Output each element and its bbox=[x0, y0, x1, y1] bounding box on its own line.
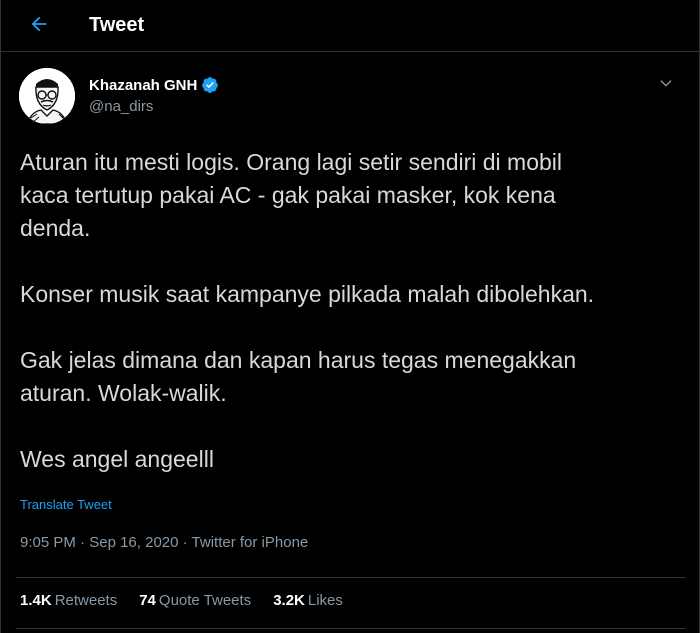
tweet-line: Gak jelas dimana dan kapan harus tegas m… bbox=[20, 347, 577, 373]
page-title: Tweet bbox=[89, 14, 145, 36]
more-options-button[interactable] bbox=[651, 70, 681, 100]
tweet-line: denda. bbox=[20, 215, 91, 241]
back-button[interactable] bbox=[23, 10, 55, 42]
meta-separator: · bbox=[80, 534, 90, 551]
author-name: Khazanah GNH bbox=[89, 76, 198, 94]
chevron-down-icon bbox=[658, 75, 674, 96]
quote-tweets-count: 74 bbox=[139, 592, 156, 609]
tweet-line: aturan. Wolak-walik. bbox=[20, 380, 227, 406]
tweet-meta: 9:05 PM · Sep 16, 2020 · Twitter for iPh… bbox=[20, 534, 308, 551]
avatar-caricature-icon bbox=[19, 68, 75, 124]
retweets-label: Retweets bbox=[54, 592, 118, 609]
tweet-date[interactable]: Sep 16, 2020 bbox=[89, 534, 178, 551]
meta-separator: · bbox=[182, 534, 192, 551]
divider bbox=[16, 577, 686, 578]
retweets-count: 1.4K bbox=[20, 592, 52, 609]
tweet-line: Wes angel angeelll bbox=[20, 446, 214, 472]
tweet-line: Konser musik saat kampanye pilkada malah… bbox=[20, 281, 595, 307]
divider bbox=[16, 628, 686, 629]
verified-badge-icon bbox=[201, 76, 219, 94]
retweets-stat[interactable]: 1.4K Retweets bbox=[20, 592, 117, 609]
author-handle[interactable]: @na_dirs bbox=[89, 98, 153, 115]
avatar[interactable] bbox=[19, 68, 75, 124]
likes-stat[interactable]: 3.2K Likes bbox=[273, 592, 343, 609]
author-name-link[interactable]: Khazanah GNH bbox=[89, 76, 219, 94]
tweet-time[interactable]: 9:05 PM bbox=[20, 534, 76, 551]
quote-tweets-label: Quote Tweets bbox=[158, 592, 252, 609]
tweet-line: kaca tertutup pakai AC - gak pakai maske… bbox=[20, 182, 556, 208]
translate-tweet-link[interactable]: Translate Tweet bbox=[20, 497, 112, 512]
quote-tweets-stat[interactable]: 74 Quote Tweets bbox=[139, 592, 251, 609]
tweet-source[interactable]: Twitter for iPhone bbox=[192, 534, 309, 551]
tweet-stats: 1.4K Retweets 74 Quote Tweets 3.2K Likes bbox=[20, 592, 343, 609]
tweet-line: Aturan itu mesti logis. Orang lagi setir… bbox=[20, 149, 563, 175]
arrow-left-icon bbox=[28, 13, 50, 40]
tweet-detail-page: Tweet Khazanah GNH @na_dirs Aturan itu m… bbox=[0, 0, 700, 633]
likes-count: 3.2K bbox=[273, 592, 305, 609]
header-bar: Tweet bbox=[1, 0, 700, 52]
likes-label: Likes bbox=[307, 592, 343, 609]
tweet-text: Aturan itu mesti logis. Orang lagi setir… bbox=[20, 146, 685, 476]
